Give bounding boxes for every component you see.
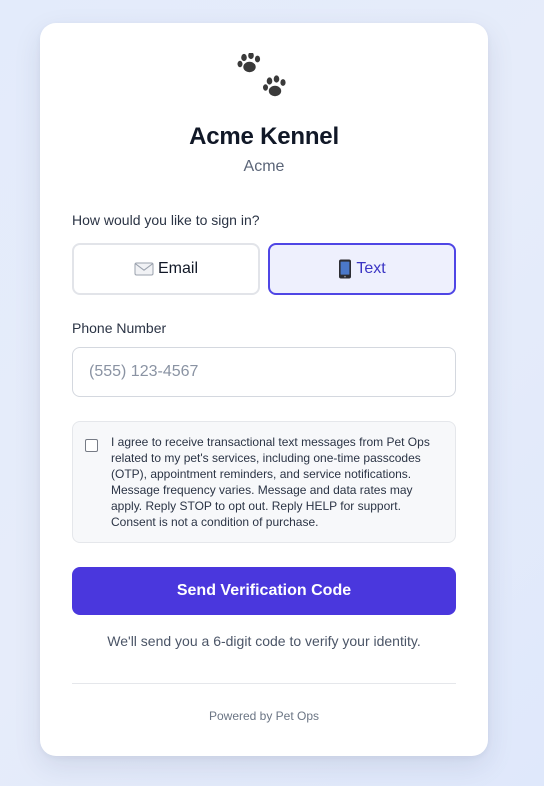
sms-consent-checkbox[interactable] — [85, 439, 98, 452]
sms-consent-text: I agree to receive transactional text me… — [111, 435, 430, 529]
powered-by-footer: Powered by Pet Ops — [208, 709, 320, 723]
envelope-icon — [134, 261, 154, 277]
phone-number-label: Phone Number — [72, 320, 167, 336]
text-method-button[interactable]: Text — [268, 243, 456, 295]
app-subtitle: Acme — [243, 158, 285, 175]
sms-consent-box: I agree to receive transactional text me… — [72, 421, 456, 543]
phone-number-input[interactable] — [72, 347, 456, 397]
app-title: Acme Kennel — [189, 123, 339, 150]
logo — [40, 53, 488, 103]
verification-hint: We'll send you a 6-digit code to verify … — [107, 633, 421, 649]
sign-in-question: How would you like to sign in? — [72, 212, 260, 228]
text-method-label: Text — [356, 260, 386, 277]
email-method-button[interactable]: Email — [72, 243, 260, 295]
login-card: Acme Kennel Acme How would you like to s… — [40, 23, 488, 756]
paw-prints-icon — [237, 53, 286, 97]
mobile-phone-icon — [338, 259, 352, 279]
send-verification-code-button[interactable]: Send Verification Code — [72, 567, 456, 615]
footer-divider — [72, 683, 456, 684]
email-method-label: Email — [157, 260, 198, 277]
